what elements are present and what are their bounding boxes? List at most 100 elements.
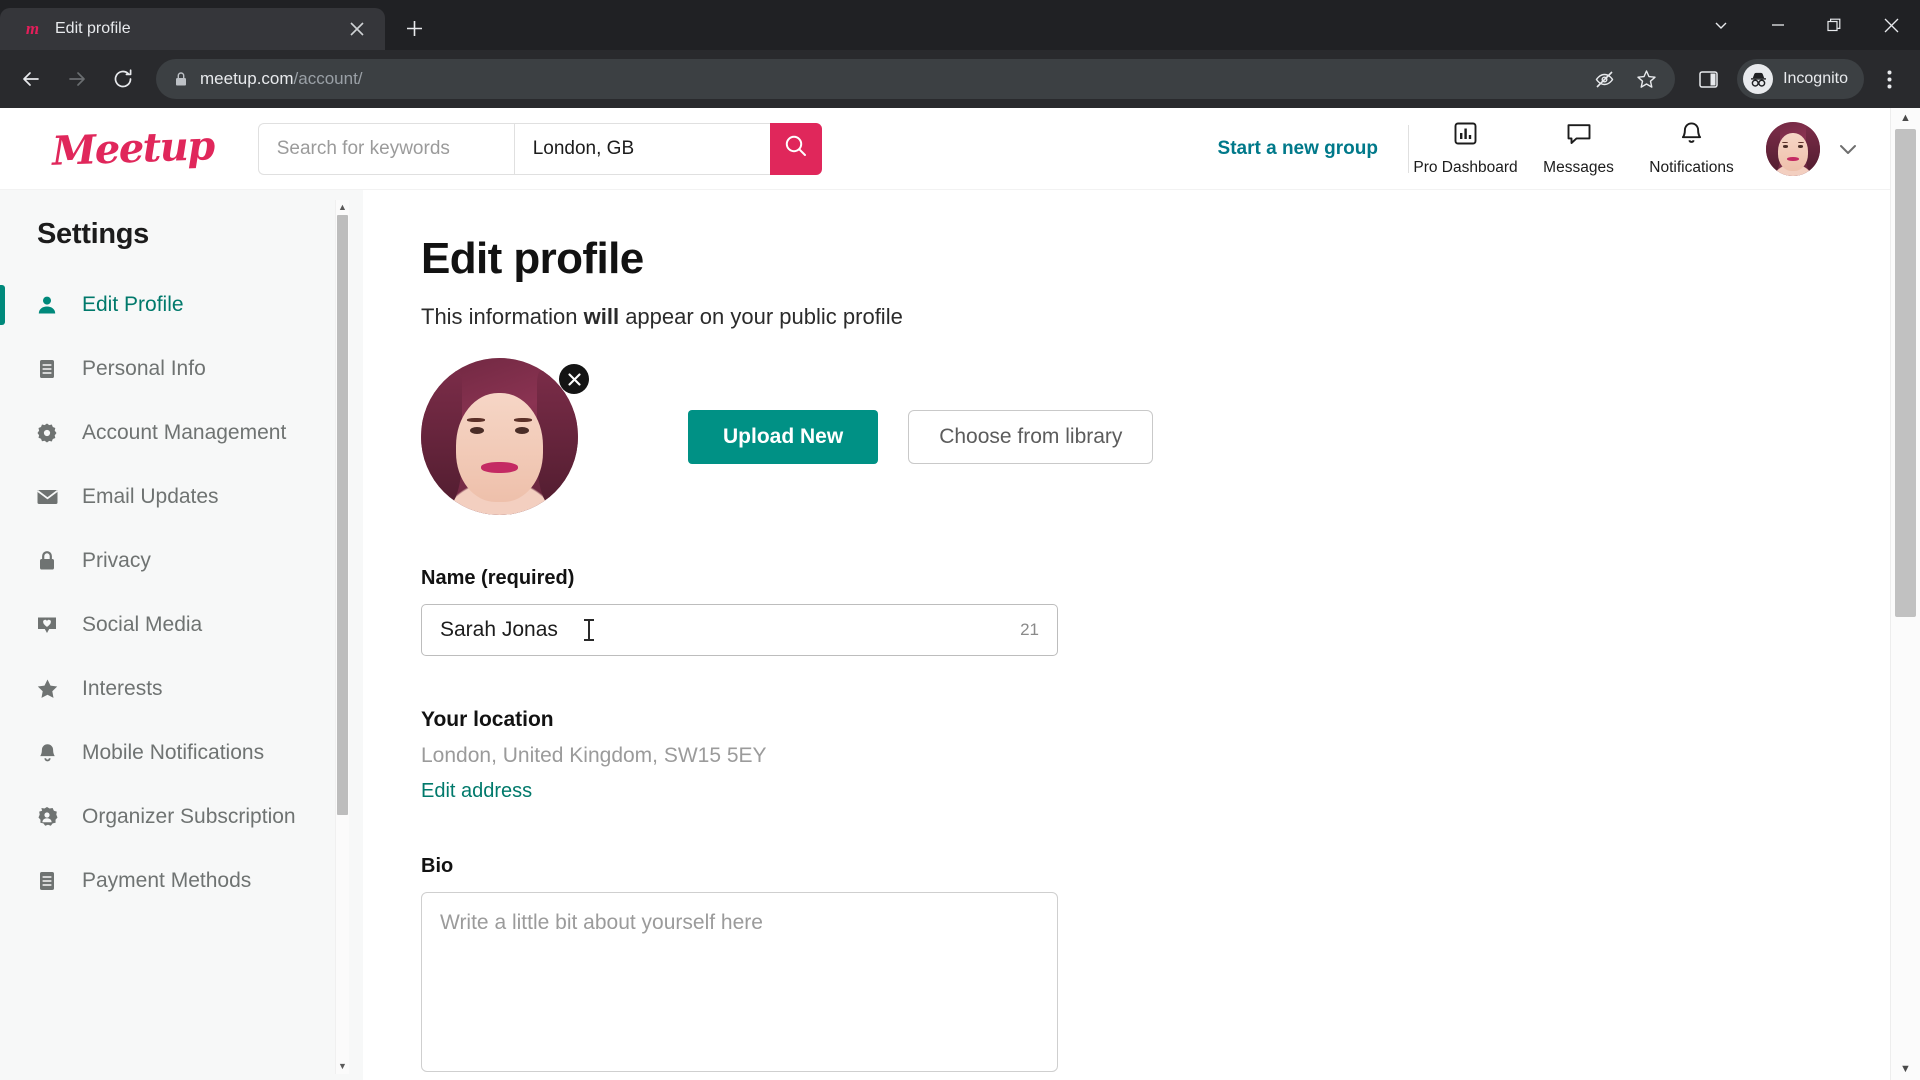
nav-messages[interactable]: Messages xyxy=(1522,120,1635,177)
bio-textarea[interactable]: Write a little bit about yourself here xyxy=(421,892,1058,1072)
sidebar-scroll-down-icon[interactable]: ▼ xyxy=(338,1059,347,1074)
name-input[interactable]: Sarah Jonas 21 xyxy=(421,604,1058,656)
nav-notifications[interactable]: Notifications xyxy=(1635,120,1748,177)
sidebar-item-personal-info-label: Personal Info xyxy=(82,356,206,380)
search-icon xyxy=(783,133,809,164)
sidebar-item-personal-info[interactable]: Personal Info xyxy=(0,337,363,401)
sidebar-item-mobile-notifications-label: Mobile Notifications xyxy=(82,740,265,764)
bell-icon xyxy=(34,742,60,764)
avatar-image xyxy=(1766,121,1820,176)
page-scroll-track[interactable] xyxy=(1891,129,1920,1059)
new-tab-button[interactable] xyxy=(392,6,436,50)
tab-search-chevron-icon[interactable] xyxy=(1692,0,1749,50)
envelope-icon xyxy=(34,488,60,506)
sidebar-item-account-management[interactable]: Account Management xyxy=(0,401,363,465)
avatar[interactable] xyxy=(1766,121,1820,176)
sidebar-item-mobile-notifications[interactable]: Mobile Notifications xyxy=(0,721,363,785)
sidebar-scrollbar[interactable]: ▲ ▼ xyxy=(335,200,349,1074)
subtitle-pre: This information xyxy=(421,304,584,329)
profile-photo[interactable] xyxy=(421,358,578,515)
search-submit-button[interactable] xyxy=(769,122,822,175)
name-field-label: Name (required) xyxy=(421,567,575,589)
bio-label: Bio xyxy=(421,855,454,877)
sidebar-item-edit-profile[interactable]: Edit Profile xyxy=(0,273,363,337)
sidebar-item-edit-profile-label: Edit Profile xyxy=(82,292,184,316)
upload-new-button[interactable]: Upload New xyxy=(688,409,879,464)
sidebar-item-social-media[interactable]: Social Media xyxy=(0,593,363,657)
sidebar-item-interests[interactable]: Interests xyxy=(0,657,363,721)
subtitle-post: appear on your public profile xyxy=(619,304,903,329)
page-scroll-thumb[interactable] xyxy=(1895,129,1916,617)
choose-from-library-button[interactable]: Choose from library xyxy=(908,409,1154,464)
profile-photo-row: Upload New Choose from library xyxy=(421,358,1890,515)
three-dot-menu-icon[interactable] xyxy=(1868,58,1910,100)
sidebar-item-email-updates[interactable]: Email Updates xyxy=(0,465,363,529)
tab-title: Edit profile xyxy=(55,20,131,37)
url-path: /account/ xyxy=(293,69,363,88)
location-label: Your location xyxy=(421,708,554,731)
search-location-input[interactable]: London, GB xyxy=(513,122,770,175)
nav-notifications-label: Notifications xyxy=(1649,159,1734,176)
eye-slash-icon[interactable] xyxy=(1587,62,1621,96)
lock-icon xyxy=(174,71,188,87)
sidebar-scroll-thumb[interactable] xyxy=(337,215,348,815)
star-icon[interactable] xyxy=(1629,62,1663,96)
page-scroll-down-icon[interactable]: ▼ xyxy=(1900,1059,1911,1080)
incognito-label: Incognito xyxy=(1783,70,1848,87)
sidebar-item-social-media-label: Social Media xyxy=(82,612,203,636)
browser-tab[interactable]: m Edit profile xyxy=(0,8,385,50)
name-field-group: Name (required) Sarah Jonas 21 xyxy=(421,567,1058,656)
side-panel-icon[interactable] xyxy=(1687,58,1729,100)
nav-pro-dashboard[interactable]: Pro Dashboard xyxy=(1409,120,1522,177)
name-char-count: 21 xyxy=(1020,620,1039,639)
sidebar-item-payment-methods[interactable]: Payment Methods xyxy=(0,849,363,913)
start-a-new-group-link[interactable]: Start a new group xyxy=(1218,138,1408,160)
location-value: London, United Kingdom, SW15 5EY xyxy=(421,744,767,767)
page-body: Settings Edit Profile Personal Info Acco… xyxy=(0,190,1890,1080)
url-host: meetup.com xyxy=(200,69,294,88)
sidebar-scroll-up-icon[interactable]: ▲ xyxy=(338,200,347,215)
nav-messages-label: Messages xyxy=(1543,159,1614,176)
address-bar-url: meetup.com/account/ xyxy=(200,69,363,89)
chat-bubble-icon xyxy=(1565,120,1593,152)
sidebar-scroll-track[interactable] xyxy=(336,215,349,1059)
sidebar-item-privacy[interactable]: Privacy xyxy=(0,529,363,593)
page-viewport: Meetup Search for keywords London, GB St… xyxy=(0,108,1920,1080)
tab-close-icon[interactable] xyxy=(343,15,371,43)
sidebar-item-organizer-subscription[interactable]: Organizer Subscription xyxy=(0,785,363,849)
address-bar-actions xyxy=(1587,62,1663,96)
star-icon xyxy=(34,678,60,700)
account-menu[interactable] xyxy=(1766,121,1864,176)
sidebar-item-interests-label: Interests xyxy=(82,676,163,700)
header-nav: Pro Dashboard Messages Notifications xyxy=(1409,120,1748,177)
meetup-page: Meetup Search for keywords London, GB St… xyxy=(0,108,1890,1080)
forward-button[interactable] xyxy=(56,58,98,100)
window-maximize-icon[interactable] xyxy=(1806,0,1863,50)
main-content: Edit profile This information will appea… xyxy=(363,190,1890,1080)
meetup-favicon-icon: m xyxy=(25,19,39,38)
incognito-profile-button[interactable]: Incognito xyxy=(1737,59,1864,99)
search-group: Search for keywords London, GB xyxy=(257,122,822,175)
document-icon xyxy=(34,358,60,380)
search-keyword-input[interactable]: Search for keywords xyxy=(257,122,514,175)
edit-address-link[interactable]: Edit address xyxy=(421,780,1058,803)
subtitle-emphasis: will xyxy=(583,304,620,329)
browser-toolbar: meetup.com/account/ Incognito xyxy=(0,50,1920,108)
person-badge-icon xyxy=(34,806,60,828)
profile-photo-image xyxy=(421,358,578,515)
sidebar-item-organizer-subscription-label: Organizer Subscription xyxy=(82,804,296,828)
page-scrollbar[interactable]: ▲ ▼ xyxy=(1890,108,1920,1080)
tab-strip: m Edit profile xyxy=(0,0,1920,50)
reload-button[interactable] xyxy=(102,58,144,100)
browser-window: m Edit profile meetup.com/account/ Incog… xyxy=(0,0,1920,1080)
window-close-icon[interactable] xyxy=(1863,0,1920,50)
meetup-logo[interactable]: Meetup xyxy=(51,122,214,175)
address-bar[interactable]: meetup.com/account/ xyxy=(156,59,1676,99)
sidebar-title: Settings xyxy=(37,218,149,250)
back-button[interactable] xyxy=(10,58,52,100)
chevron-down-icon[interactable] xyxy=(1836,137,1860,161)
site-header: Meetup Search for keywords London, GB St… xyxy=(0,108,1890,190)
window-minimize-icon[interactable] xyxy=(1749,0,1806,50)
remove-photo-close-icon[interactable] xyxy=(559,364,589,394)
page-scroll-up-icon[interactable]: ▲ xyxy=(1900,108,1911,129)
